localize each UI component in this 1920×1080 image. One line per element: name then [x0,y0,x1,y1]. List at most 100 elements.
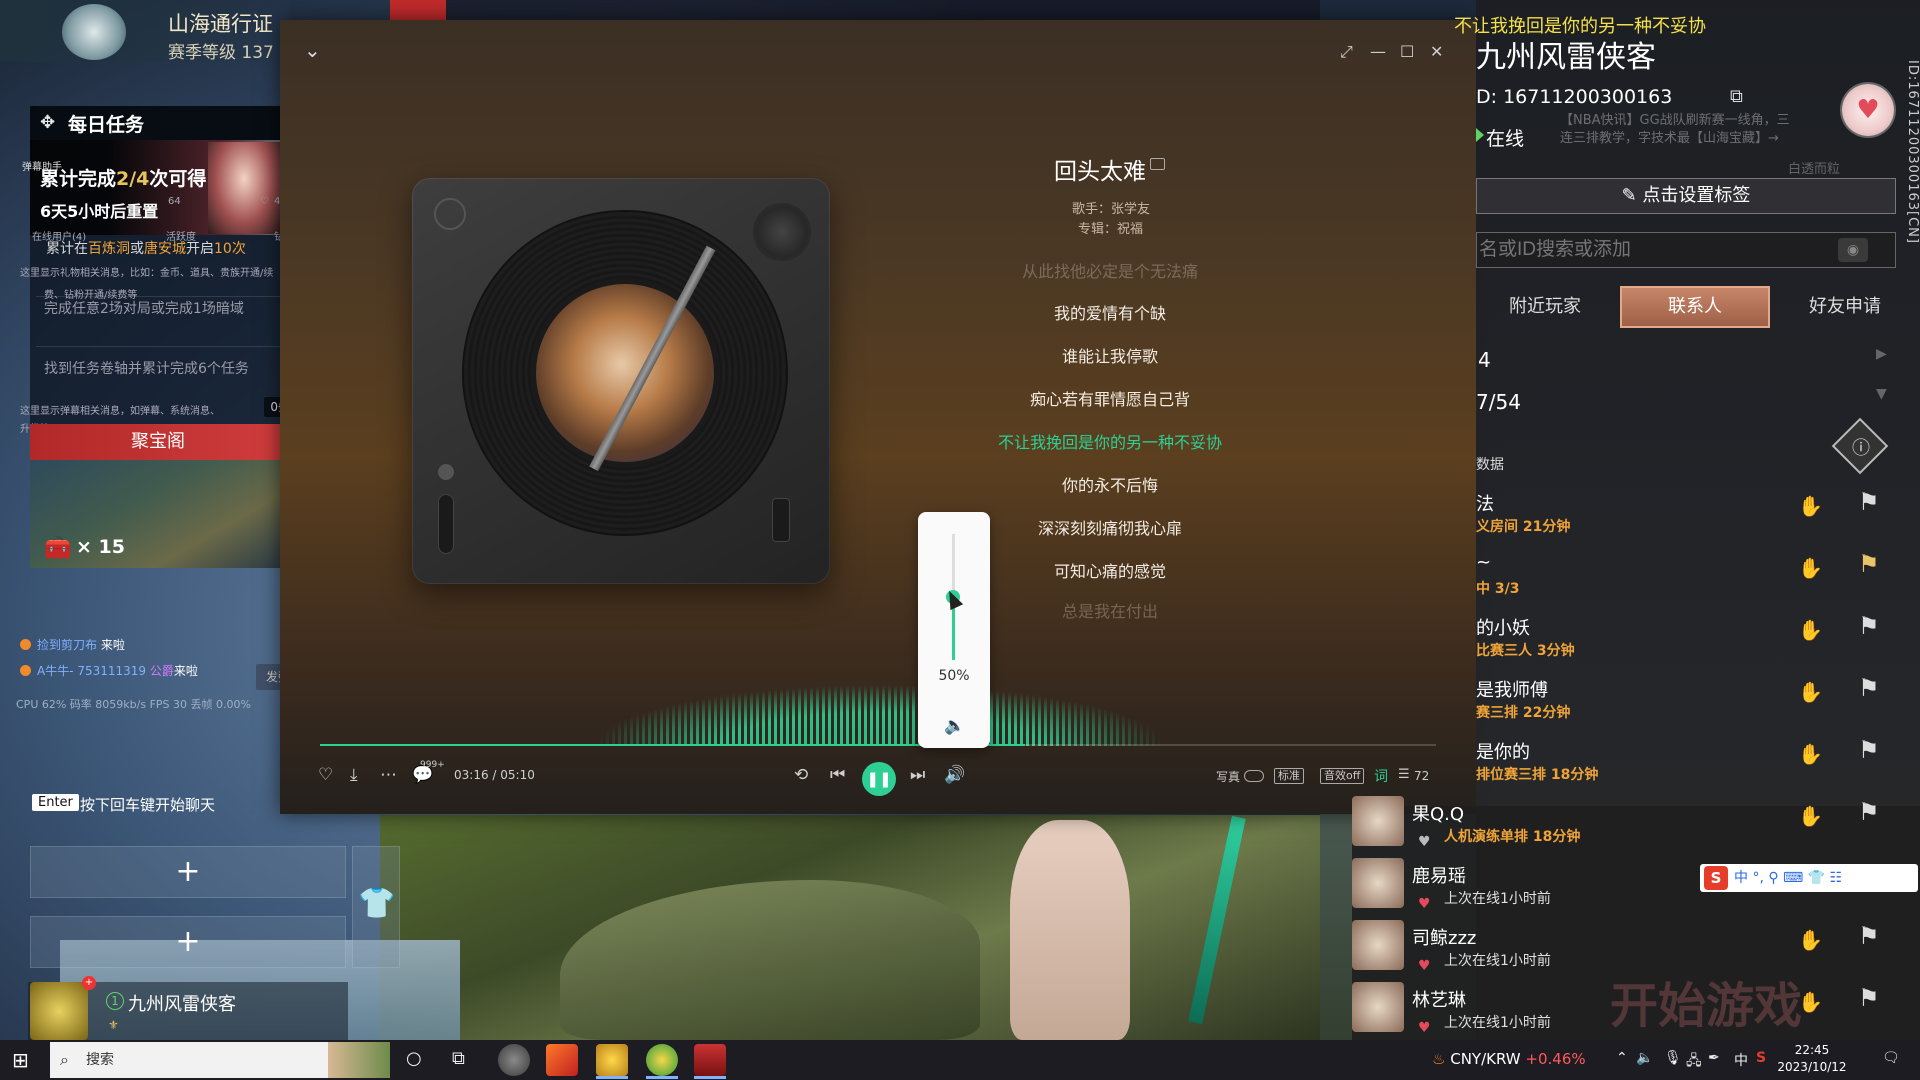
close-icon[interactable]: ✕ [1430,42,1443,61]
friend-name[interactable]: 是你的 [1476,738,1530,764]
tab-nearby-players[interactable]: 附近玩家 [1470,286,1620,328]
app-steam-icon[interactable] [498,1044,530,1076]
tab-contacts[interactable]: 联系人 [1620,286,1770,328]
collapse-chevron-icon[interactable]: ⌄ [304,38,321,62]
next-track-icon[interactable]: ⏭ [910,765,925,785]
minimize-icon[interactable]: — [1370,42,1386,61]
app-game-icon[interactable] [694,1044,726,1076]
task-item-3[interactable]: 找到任务卷轴并累计完成6个任务 [44,360,249,378]
maximize-icon[interactable]: ☐ [1400,42,1414,61]
flag-icon[interactable]: ⚑ [1858,674,1880,702]
invite-hand-icon[interactable]: ✋ [1798,804,1823,828]
collapse-arrow-icon[interactable]: ▼ [1876,386,1887,402]
app-green-icon[interactable] [646,1044,678,1076]
friend-avatar[interactable] [1352,858,1404,908]
friend-avatar[interactable] [1352,982,1404,1032]
friend-name[interactable]: 鹿易瑶 [1412,862,1466,888]
invite-hand-icon[interactable]: ✋ [1798,680,1823,704]
lyric-line[interactable]: 你的永不后悔 [960,472,1260,496]
clock[interactable]: 22:45 2023/10/12 [1776,1042,1848,1076]
shirt-add-icon: 👕 [358,886,396,921]
flag-icon[interactable]: ⚑ [1858,550,1880,578]
more-icon[interactable]: ⋯ [380,765,397,785]
friend-name[interactable]: 司鲸zzz [1412,924,1476,950]
flag-icon[interactable]: ⚑ [1858,922,1880,950]
loop-mode-icon[interactable]: ⟲ [794,765,808,785]
playlist-icon[interactable]: ☰ [1398,767,1410,782]
input-language[interactable]: 中 [1734,1050,1748,1070]
notification-icon[interactable]: 🗨 [1882,1050,1900,1066]
photo-mode-toggle[interactable] [1244,770,1264,782]
lyric-line[interactable]: 谁能让我停歌 [960,343,1260,367]
like-heart-icon[interactable]: ♡ [318,765,333,785]
task-view-icon[interactable]: ⧉ [452,1048,465,1069]
invite-hand-icon[interactable]: ✋ [1798,618,1823,642]
lyric-line[interactable]: 痴心若有罪情愿自己背 [960,386,1260,410]
lyric-line[interactable]: 我的爱情有个缺 [960,300,1260,324]
treasure-pavilion-button[interactable]: 聚宝阁 [30,424,286,460]
previous-track-icon[interactable]: ⏮ [830,765,845,785]
invite-hand-icon[interactable]: ✋ [1798,556,1823,580]
expand-arrow-icon[interactable]: ▶ [1876,346,1887,362]
cortana-icon[interactable]: ○ [406,1048,422,1069]
sound-effect-toggle[interactable]: 音效off [1320,768,1365,784]
mv-tag-icon[interactable] [1150,158,1165,170]
speaker-icon[interactable]: 🔈 [1636,1050,1653,1066]
friend-avatar[interactable] [1352,920,1404,970]
add-slot-button[interactable]: + [30,846,346,898]
set-tag-button[interactable]: ✎ 点击设置标签 [1476,178,1896,214]
lyric-toggle-button[interactable]: 词 [1374,766,1388,786]
lyric-line[interactable]: 可知心痛的感觉 [960,558,1260,582]
tab-friend-requests[interactable]: 好友申请 [1770,286,1920,328]
favorite-heart-icon[interactable]: ♥ [1842,84,1894,136]
sogou-ime-icon[interactable]: S [1704,866,1728,890]
app-mascot-icon[interactable] [596,1044,628,1076]
song-album[interactable]: 专辑：祝福 [1078,218,1143,237]
friend-heart-icon: ♥ [1418,958,1431,974]
friend-name[interactable]: 的小妖 [1476,614,1530,640]
friend-name[interactable]: 果Q.Q [1412,800,1464,826]
copy-id-icon[interactable]: ⧉ [1730,86,1743,107]
friend-avatar[interactable] [1352,796,1404,846]
pen-icon[interactable]: ✒ [1708,1050,1720,1066]
tray-up-icon[interactable]: ⌃ [1616,1050,1628,1066]
character-avatar[interactable] [30,982,88,1040]
flag-icon[interactable]: ⚑ [1858,612,1880,640]
friend-search-input[interactable] [1476,232,1896,268]
add-slot-button[interactable]: + [30,916,346,968]
friend-name[interactable]: 是我师傅 [1476,676,1548,702]
lyric-line[interactable]: 不让我挽回是你的另一种不妥协 [960,429,1260,453]
windows-start-icon[interactable]: ⊞ [12,1048,29,1072]
quality-selector[interactable]: 标准 [1274,768,1304,784]
sogou-tray-icon[interactable]: S [1756,1050,1766,1066]
online-status[interactable]: 在线 [1486,124,1524,151]
download-icon[interactable]: ⤓ [350,765,358,785]
friend-name[interactable]: ~ [1476,552,1491,573]
task-item-2[interactable]: 完成任意2场对局或完成1场暗域 [44,300,244,318]
volume-toggle-icon[interactable]: 🔊 [944,765,965,785]
fullscreen-icon[interactable]: ⤢ [1340,42,1353,62]
flag-icon[interactable]: ⚑ [1858,488,1880,516]
fx-ticker[interactable]: ♨ CNY/KRW +0.46% [1432,1050,1586,1068]
ime-toolbar[interactable]: 中 °, ⚲ ⌨ 👕 ☷ [1700,864,1918,892]
song-singer[interactable]: 歌手：张学友 [1072,198,1150,217]
task-item-1[interactable]: 累计在百炼洞或唐安城开启10次 [46,240,246,258]
friend-name[interactable]: 法 [1476,490,1494,516]
flag-icon[interactable]: ⚑ [1858,984,1880,1012]
photo-mode-label[interactable]: 写真 [1216,768,1240,785]
pause-button[interactable]: ❚❚ [862,762,896,796]
app-orange-icon[interactable] [546,1044,578,1076]
friend-name[interactable]: 林艺琳 [1412,986,1466,1012]
camera-icon[interactable]: ◉ [1838,238,1868,262]
invite-hand-icon[interactable]: ✋ [1798,494,1823,518]
friend-status: 上次在线1小时前 [1444,1015,1551,1031]
mic-icon[interactable]: 🎙 [1664,1050,1682,1066]
invite-hand-icon[interactable]: ✋ [1798,928,1823,952]
active-app-indicator [596,1076,628,1079]
volume-icon[interactable]: 🔈 [944,716,965,736]
network-icon[interactable]: 🖧 [1686,1050,1702,1074]
flag-icon[interactable]: ⚑ [1858,736,1880,764]
lyric-line[interactable]: 深深刻刻痛彻我心扉 [960,515,1260,539]
flag-icon[interactable]: ⚑ [1858,798,1880,826]
invite-hand-icon[interactable]: ✋ [1798,742,1823,766]
